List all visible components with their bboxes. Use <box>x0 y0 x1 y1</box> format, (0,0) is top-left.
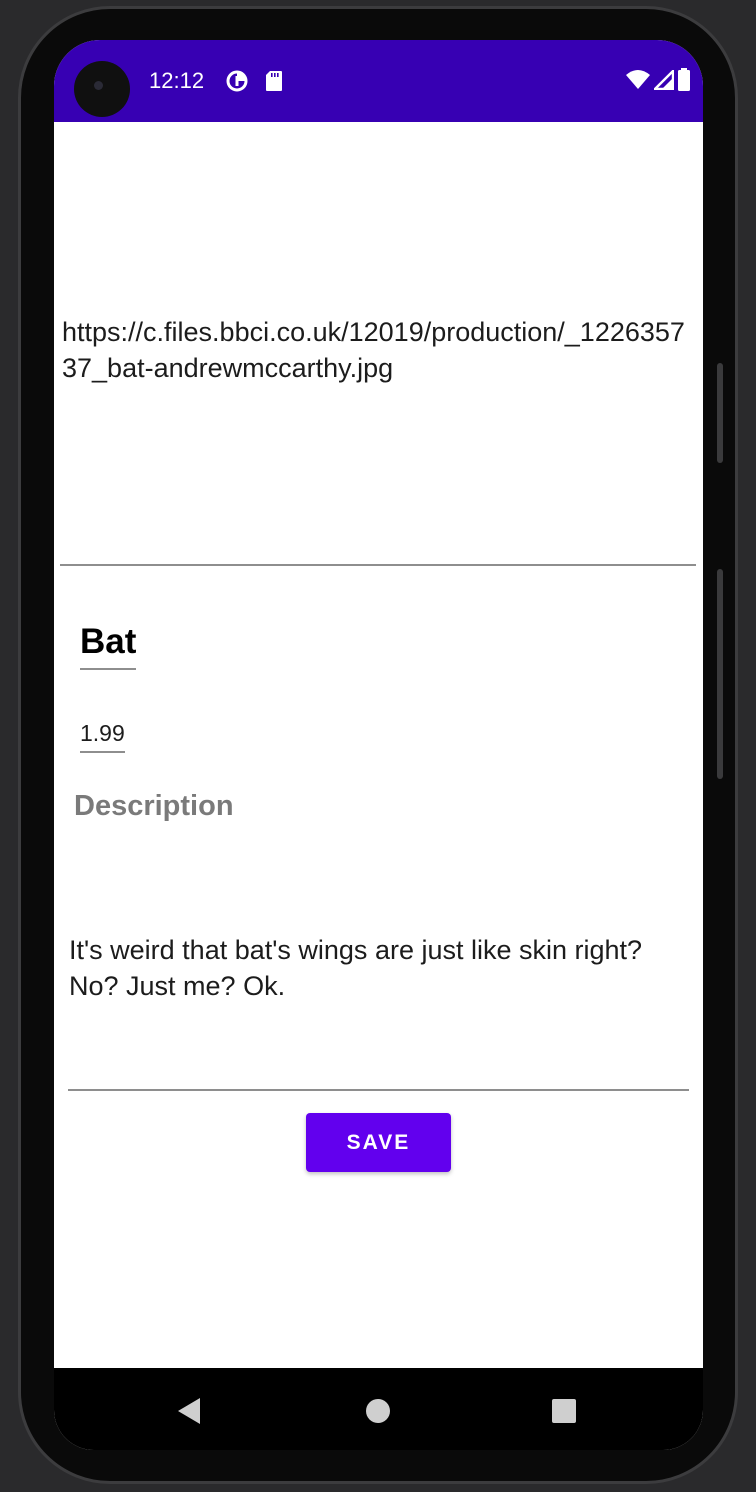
item-name-input[interactable]: Bat <box>80 622 137 670</box>
home-icon[interactable] <box>361 1394 395 1428</box>
camera-cutout <box>74 61 130 117</box>
description-text: It's weird that bat's wings are just lik… <box>69 935 643 1001</box>
navigation-bar <box>54 1368 703 1450</box>
status-time: 12:12 <box>149 68 205 93</box>
description-input[interactable]: It's weird that bat's wings are just lik… <box>68 842 689 1091</box>
image-url-text: https://c.files.bbci.co.uk/12019/product… <box>62 317 685 383</box>
sd-card-icon <box>265 70 283 97</box>
volume-rocker <box>717 569 723 779</box>
battery-icon <box>677 68 691 97</box>
image-url-input[interactable]: https://c.files.bbci.co.uk/12019/product… <box>60 122 696 566</box>
power-button <box>717 363 723 463</box>
wifi-icon <box>625 69 651 96</box>
edit-item-form: https://c.files.bbci.co.uk/12019/product… <box>54 122 703 1368</box>
item-price-input[interactable]: 1.99 <box>80 720 125 753</box>
device-screen: 12:12 https://c.files.bbci.co.uk/12019/p… <box>54 40 703 1450</box>
data-saver-icon <box>226 70 248 97</box>
save-button[interactable]: SAVE <box>306 1113 451 1172</box>
status-icons <box>625 68 691 97</box>
status-bar: 12:12 <box>54 40 703 122</box>
description-label: Description <box>74 790 234 822</box>
cell-signal-icon <box>652 68 675 95</box>
back-icon[interactable] <box>172 1394 206 1428</box>
recents-icon[interactable] <box>547 1394 581 1428</box>
